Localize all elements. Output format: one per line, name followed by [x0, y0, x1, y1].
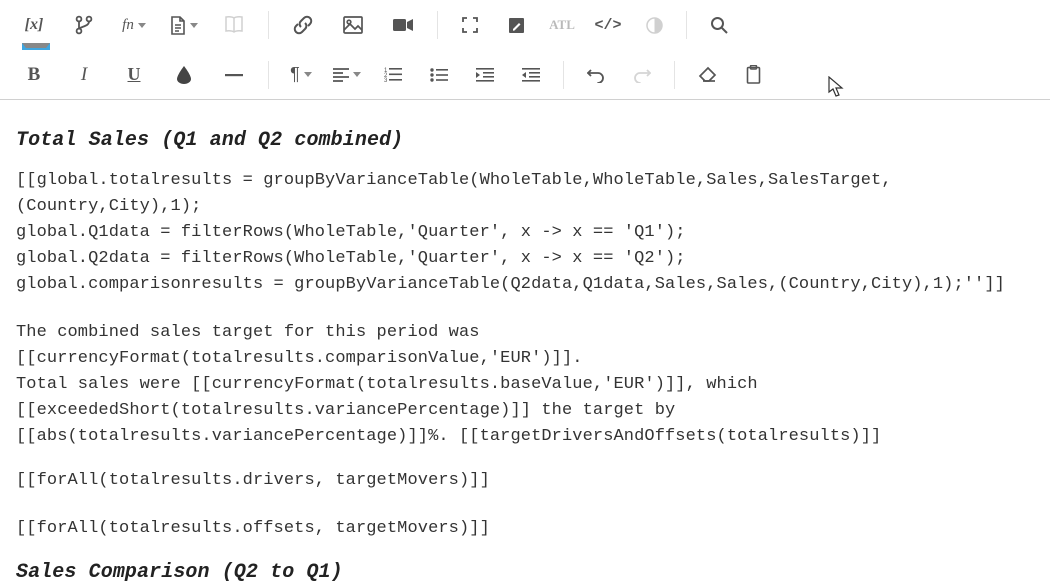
redo-button[interactable]	[622, 56, 662, 94]
document-icon	[170, 16, 186, 35]
ink-button[interactable]	[162, 56, 206, 94]
toolbar-divider	[686, 11, 687, 39]
fullscreen-icon	[462, 17, 478, 33]
code-block: [[global.totalresults = groupByVarianceT…	[16, 168, 1034, 298]
eraser-icon	[698, 66, 717, 83]
undo-button[interactable]	[576, 56, 616, 94]
toolbar-divider	[674, 61, 675, 89]
ordered-list-button[interactable]: 1 2 3	[373, 56, 413, 94]
undo-icon	[587, 67, 605, 83]
toolbar-row-1: [x] fn	[0, 0, 1050, 50]
italic-button[interactable]: I	[62, 56, 106, 94]
toolbar-divider	[268, 61, 269, 89]
clipboard-icon	[746, 65, 761, 84]
book-icon	[224, 16, 244, 34]
heading-sales-comparison: Sales Comparison (Q2 to Q1)	[16, 560, 1034, 585]
hr-button[interactable]	[212, 56, 256, 94]
variable-button[interactable]: [x]	[12, 6, 56, 44]
function-icon: fn	[122, 17, 134, 34]
contrast-button[interactable]	[634, 6, 674, 44]
text-line: [[exceededShort(totalresults.variancePer…	[16, 398, 1034, 424]
minus-icon	[225, 73, 243, 77]
atl-icon: ATL	[549, 17, 575, 33]
link-button[interactable]	[281, 6, 325, 44]
code-line: global.Q1data = filterRows(WholeTable,'Q…	[16, 220, 1034, 246]
edit-note-button[interactable]	[496, 6, 536, 44]
bold-button[interactable]: B	[12, 56, 56, 94]
svg-text:3: 3	[384, 78, 388, 82]
edit-note-icon	[508, 17, 525, 34]
contrast-icon	[646, 17, 663, 34]
toolbar-divider	[437, 11, 438, 39]
video-icon	[393, 18, 413, 32]
branch-icon	[75, 15, 93, 35]
search-icon	[710, 16, 728, 34]
document-button[interactable]	[162, 6, 206, 44]
search-button[interactable]	[699, 6, 739, 44]
clipboard-button[interactable]	[733, 56, 773, 94]
indent-button[interactable]	[465, 56, 505, 94]
text-line: Total sales were [[currencyFormat(totalr…	[16, 372, 1034, 398]
text-line: [[forAll(totalresults.drivers, targetMov…	[16, 468, 1034, 494]
code-line: [[global.totalresults = groupByVarianceT…	[16, 168, 1034, 220]
toolbar-divider	[268, 11, 269, 39]
toolbar: [x] fn	[0, 0, 1050, 100]
redo-icon	[633, 67, 651, 83]
toolbar-divider	[563, 61, 564, 89]
paragraph: The combined sales target for this perio…	[16, 320, 1034, 450]
code-line: global.Q2data = filterRows(WholeTable,'Q…	[16, 246, 1034, 272]
text-line: [[forAll(totalresults.offsets, targetMov…	[16, 516, 1034, 542]
image-icon	[343, 16, 363, 34]
text-line: [[abs(totalresults.variancePercentage)]]…	[16, 424, 1034, 450]
eraser-button[interactable]	[687, 56, 727, 94]
outdent-icon	[522, 68, 540, 82]
underline-icon: U	[128, 64, 141, 85]
heading-total-sales: Total Sales (Q1 and Q2 combined)	[16, 128, 1034, 154]
indent-icon	[476, 68, 494, 82]
toolbar-row-2: B I U ¶	[0, 50, 1050, 100]
unordered-list-button[interactable]	[419, 56, 459, 94]
code-icon: </>	[594, 17, 621, 34]
book-button[interactable]	[212, 6, 256, 44]
italic-icon: I	[81, 64, 87, 86]
align-left-icon	[333, 68, 349, 82]
paragraph-button[interactable]: ¶	[281, 56, 321, 94]
paragraph: [[forAll(totalresults.offsets, targetMov…	[16, 516, 1034, 542]
bold-icon: B	[28, 64, 41, 86]
pilcrow-icon: ¶	[290, 64, 300, 85]
paragraph: [[forAll(totalresults.drivers, targetMov…	[16, 468, 1034, 494]
ink-drop-icon	[177, 66, 191, 84]
image-button[interactable]	[331, 6, 375, 44]
text-line: The combined sales target for this perio…	[16, 320, 1034, 372]
editor-content[interactable]: Total Sales (Q1 and Q2 combined) [[globa…	[0, 100, 1050, 585]
ordered-list-icon: 1 2 3	[384, 67, 402, 82]
unordered-list-icon	[430, 68, 448, 82]
fullscreen-button[interactable]	[450, 6, 490, 44]
code-line: global.comparisonresults = groupByVarian…	[16, 272, 1034, 298]
variable-icon: [x]	[25, 16, 44, 34]
function-button[interactable]: fn	[112, 6, 156, 44]
atl-button[interactable]: ATL	[542, 6, 582, 44]
align-button[interactable]	[327, 56, 367, 94]
branch-button[interactable]	[62, 6, 106, 44]
underline-button[interactable]: U	[112, 56, 156, 94]
video-button[interactable]	[381, 6, 425, 44]
code-button[interactable]: </>	[588, 6, 628, 44]
outdent-button[interactable]	[511, 56, 551, 94]
link-icon	[293, 15, 313, 35]
